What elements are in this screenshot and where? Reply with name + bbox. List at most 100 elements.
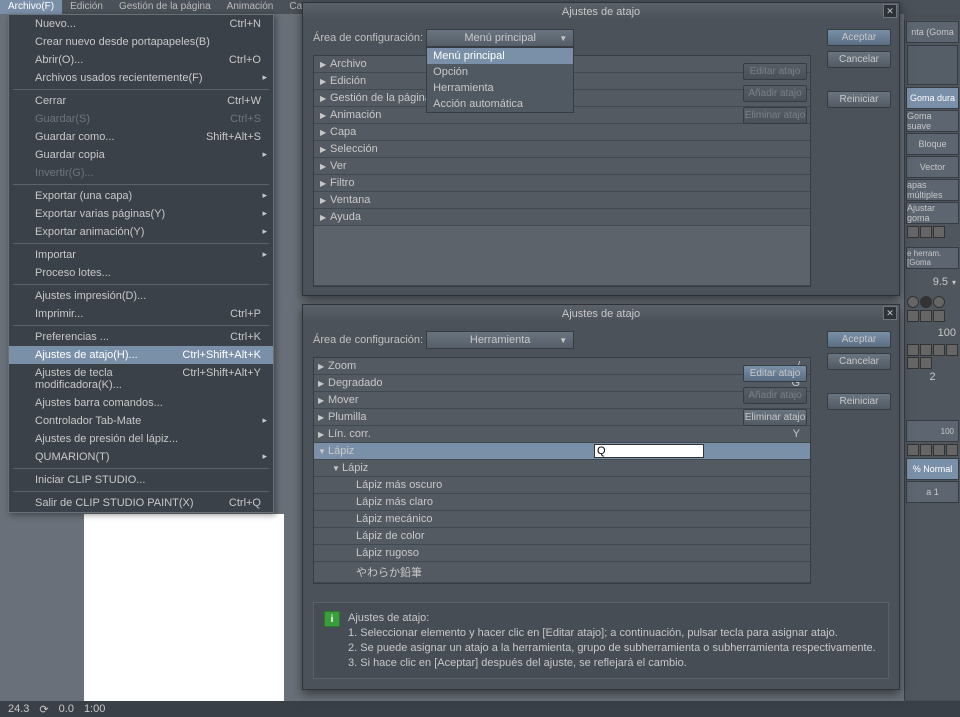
menu-item[interactable]: Ajustes de tecla modificadora(K)...Ctrl+… — [9, 364, 273, 394]
info-line: 1. Seleccionar elemento y hacer clic en … — [348, 626, 876, 641]
tree-node[interactable]: ▼Lápiz — [314, 443, 810, 460]
shortcut-dialog-1: Ajustes de atajo ✕ Área de configuración… — [302, 2, 900, 296]
tool-item[interactable]: apas múltiples — [906, 179, 959, 201]
frame-value: 0.0 — [59, 703, 74, 715]
extra-value: 2 — [905, 371, 960, 389]
tool-item[interactable]: Ajustar goma — [906, 202, 959, 224]
tree-node[interactable]: Lápiz de color — [314, 528, 810, 545]
area-combo[interactable]: Herramienta — [426, 331, 574, 349]
tool-item[interactable]: Vector — [906, 156, 959, 178]
auto-value[interactable]: 100 — [906, 420, 959, 442]
shortcut-dialog-2: Ajustes de atajo ✕ Área de configuración… — [302, 304, 900, 690]
tree-node[interactable]: ▶DegradadoG — [314, 375, 810, 392]
accept-button[interactable]: Aceptar — [827, 29, 891, 46]
tree-node[interactable]: ▶Filtro — [314, 175, 810, 192]
tree-node[interactable]: ▶PlumillaP — [314, 409, 810, 426]
opacity-value: 100 — [938, 327, 956, 339]
close-icon[interactable]: ✕ — [883, 4, 897, 18]
tool-item[interactable]: Goma suave — [906, 110, 959, 132]
menu-edicion[interactable]: Edición — [62, 0, 111, 14]
dropdown-option[interactable]: Acción automática — [427, 96, 573, 112]
area-label: Área de configuración: — [313, 334, 423, 346]
tree-node[interactable]: ▶Ver — [314, 158, 810, 175]
tree-node[interactable]: ▶Selección — [314, 141, 810, 158]
menu-archivo[interactable]: Archivo(F) — [0, 0, 62, 14]
menu-item[interactable]: Ajustes de presión del lápiz... — [9, 430, 273, 448]
area-combo[interactable]: Menú principal — [426, 29, 574, 47]
info-box: i Ajustes de atajo: 1. Seleccionar eleme… — [313, 602, 889, 679]
menu-item[interactable]: Salir de CLIP STUDIO PAINT(X)Ctrl+Q — [9, 494, 273, 512]
tree-node[interactable]: Lápiz mecánico — [314, 511, 810, 528]
menu-gestion[interactable]: Gestión de la página — [111, 0, 219, 14]
reset-button[interactable]: Reiniciar — [827, 91, 891, 108]
dropdown-option[interactable]: Herramienta — [427, 80, 573, 96]
shortcut-tree[interactable]: ▶Zoom/▶DegradadoG▶Mover▶PlumillaP▶Lín. c… — [313, 357, 811, 584]
tree-node[interactable]: ▶Capa — [314, 124, 810, 141]
menu-item[interactable]: Proceso lotes... — [9, 264, 273, 282]
status-icon[interactable]: ⟳ — [39, 703, 48, 716]
cancel-button[interactable]: Cancelar — [827, 51, 891, 68]
shape-row — [907, 296, 958, 308]
accept-button[interactable]: Aceptar — [827, 331, 891, 348]
tree-node[interactable]: やわらか鉛筆 — [314, 562, 810, 583]
area-dropdown: Menú principalOpciónHerramientaAcción au… — [426, 47, 574, 113]
panel-tab[interactable]: nta (Goma — [906, 21, 959, 43]
dialog-titlebar[interactable]: Ajustes de atajo ✕ — [303, 305, 899, 323]
opacity-row[interactable]: 100 — [905, 324, 960, 342]
menu-item[interactable]: Exportar varias páginas(Y) — [9, 205, 273, 223]
info-icon: i — [324, 611, 340, 627]
menu-item[interactable]: Exportar (una capa) — [9, 187, 273, 205]
menu-item[interactable]: Importar — [9, 246, 273, 264]
menu-item[interactable]: Imprimir...Ctrl+P — [9, 305, 273, 323]
tree-node[interactable]: ▶Mover — [314, 392, 810, 409]
icon-row — [907, 226, 958, 238]
zoom-value: 24.3 — [8, 703, 29, 715]
menu-item[interactable]: CerrarCtrl+W — [9, 92, 273, 110]
menu-item[interactable]: Ajustes impresión(D)... — [9, 287, 273, 305]
tree-node[interactable]: Lápiz más claro — [314, 494, 810, 511]
menu-item[interactable]: Abrir(O)...Ctrl+O — [9, 51, 273, 69]
brush-size-row[interactable]: 9.5▾ — [905, 270, 960, 294]
menu-item[interactable]: Nuevo...Ctrl+N — [9, 15, 273, 33]
menu-item[interactable]: Ajustes barra comandos... — [9, 394, 273, 412]
tool-item[interactable]: Goma dura — [906, 87, 959, 109]
add-shortcut-button: Añadir atajo — [743, 85, 807, 102]
menu-item[interactable]: Guardar copia — [9, 146, 273, 164]
close-icon[interactable]: ✕ — [883, 306, 897, 320]
tree-node[interactable]: Lápiz rugoso — [314, 545, 810, 562]
dropdown-option[interactable]: Opción — [427, 64, 573, 80]
blend-mode[interactable]: % Normal — [906, 458, 959, 480]
edit-shortcut-button[interactable]: Editar atajo — [743, 365, 807, 382]
menu-animacion[interactable]: Animación — [219, 0, 282, 14]
delete-shortcut-button[interactable]: Eliminar atajo — [743, 409, 807, 426]
menu-item[interactable]: Ajustes de atajo(H)...Ctrl+Shift+Alt+K — [9, 346, 273, 364]
cancel-button[interactable]: Cancelar — [827, 353, 891, 370]
tree-node[interactable]: ▶Ayuda — [314, 209, 810, 226]
menu-item[interactable]: Controlador Tab-Mate — [9, 412, 273, 430]
tree-node[interactable]: ▼Lápiz — [314, 460, 810, 477]
menu-item[interactable]: Crear nuevo desde portapapeles(B) — [9, 33, 273, 51]
tool-options-panel: nta (Goma Goma dura Goma suave Bloque Ve… — [904, 20, 960, 700]
tree-node[interactable]: ▶Lín. corr.Y — [314, 426, 810, 443]
tool-item[interactable]: Bloque — [906, 133, 959, 155]
menu-item[interactable]: Archivos usados recientemente(F) — [9, 69, 273, 87]
reset-button[interactable]: Reiniciar — [827, 393, 891, 410]
swatch-row — [907, 310, 958, 322]
shortcut-input[interactable] — [594, 444, 704, 458]
menu-item[interactable]: Exportar animación(Y) — [9, 223, 273, 241]
area-label: Área de configuración: — [313, 32, 423, 44]
menu-item[interactable]: QUMARION(T) — [9, 448, 273, 466]
chevron-down-icon[interactable]: ▾ — [952, 278, 956, 287]
tree-node[interactable]: Lápiz más oscuro — [314, 477, 810, 494]
menu-item[interactable]: Iniciar CLIP STUDIO... — [9, 471, 273, 489]
menu-item[interactable]: Preferencias ...Ctrl+K — [9, 328, 273, 346]
tree-node[interactable]: ▶Zoom/ — [314, 358, 810, 375]
layer-name[interactable]: a 1 — [906, 481, 959, 503]
menu-item[interactable]: Guardar como...Shift+Alt+S — [9, 128, 273, 146]
tree-node[interactable]: ▶Ventana — [314, 192, 810, 209]
dropdown-option[interactable]: Menú principal — [427, 48, 573, 64]
file-menu-dropdown: Nuevo...Ctrl+NCrear nuevo desde portapap… — [8, 14, 274, 513]
dialog-titlebar[interactable]: Ajustes de atajo ✕ — [303, 3, 899, 21]
layer-icons — [907, 444, 958, 456]
info-title: Ajustes de atajo: — [348, 611, 876, 626]
